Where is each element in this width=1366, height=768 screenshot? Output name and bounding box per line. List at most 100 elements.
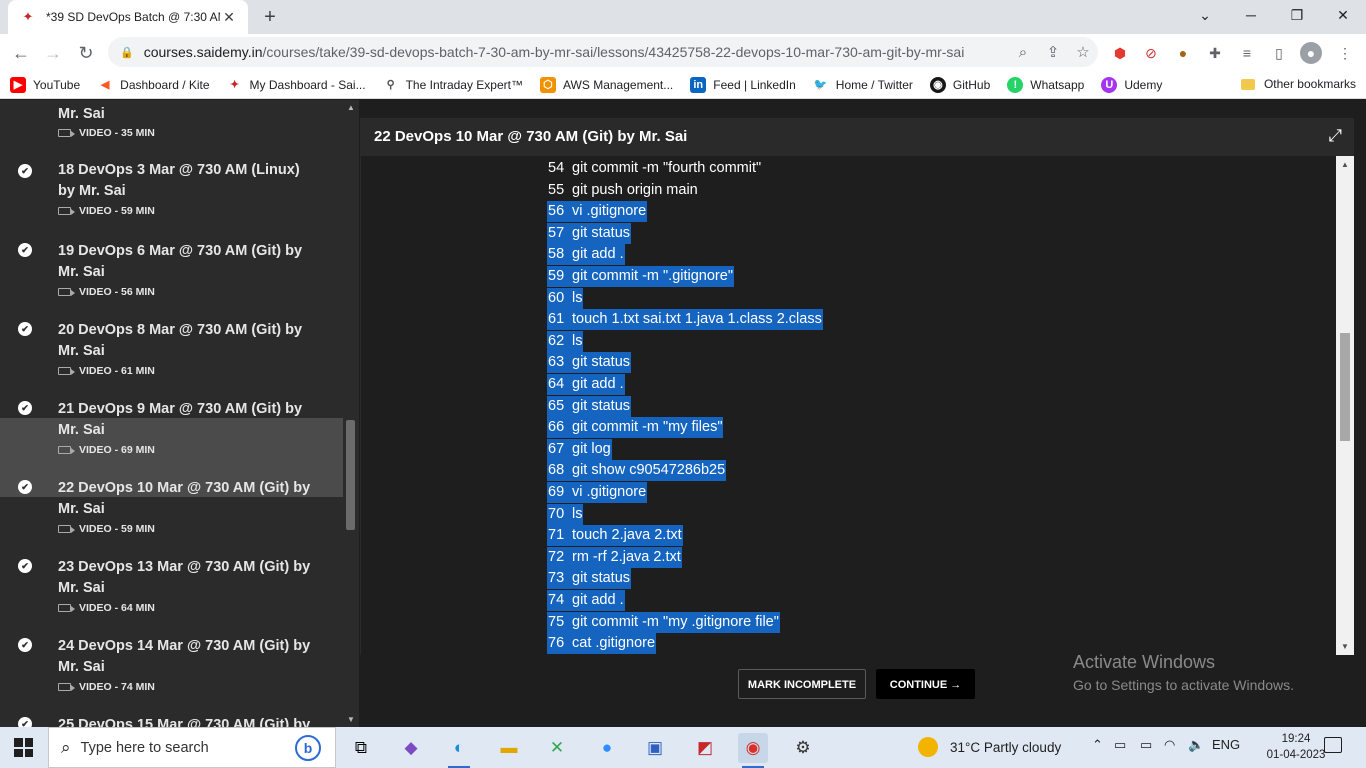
bookmark-aws[interactable]: ⬡ AWS Management...	[539, 76, 673, 93]
bookmark-linkedin[interactable]: in Feed | LinkedIn	[690, 76, 796, 93]
network-app-icon[interactable]: ▣	[640, 733, 670, 763]
address-bar[interactable]: 🔒 courses.saidemy.in/courses/take/39-sd-…	[108, 37, 1098, 67]
adblock-extension-icon[interactable]: ⬢	[1109, 42, 1131, 64]
scroll-down-icon[interactable]: ▼	[343, 715, 359, 724]
back-button[interactable]: ←	[8, 40, 34, 66]
side-panel-icon[interactable]: ▯	[1268, 42, 1290, 64]
continue-button[interactable]: CONTINUE →	[876, 669, 975, 699]
bookmark-saidemy[interactable]: ✦ My Dashboard - Sai...	[227, 77, 366, 93]
mark-incomplete-button[interactable]: MARK INCOMPLETE	[738, 669, 866, 699]
code-line[interactable]: 68 git show c90547286b25	[547, 460, 727, 482]
bookmark-intraday[interactable]: ⚲ The Intraday Expert™	[383, 77, 523, 93]
code-line[interactable]: 61 touch 1.txt sai.txt 1.java 1.class 2.c…	[547, 309, 823, 331]
clock[interactable]: 19:24 01-04-2023	[1266, 731, 1326, 763]
lesson-item[interactable]: ✔ 21 DevOps 9 Mar @ 730 AM (Git) by Mr. …	[0, 339, 343, 456]
new-tab-button[interactable]: +	[258, 6, 282, 28]
code-line[interactable]: 74 git add .	[547, 590, 625, 611]
language-indicator[interactable]: ENG	[1212, 737, 1240, 752]
media-queue-icon[interactable]: ≡	[1236, 42, 1258, 64]
weather-widget[interactable]: 31°C Partly cloudy	[918, 737, 1061, 757]
menu-kebab-icon[interactable]: ⋮	[1334, 42, 1356, 64]
snipping-tool-icon[interactable]: ◩	[690, 733, 720, 763]
lesson-item[interactable]: ✔ 18 DevOps 3 Mar @ 730 AM (Linux) by Mr…	[0, 102, 343, 217]
edge-icon[interactable]: ◐	[444, 733, 474, 768]
bookmark-star-icon[interactable]: ☆	[1068, 43, 1098, 61]
share-icon[interactable]: ⇪	[1038, 43, 1068, 61]
notification-icon[interactable]	[1324, 737, 1342, 753]
code-line[interactable]: 70 ls	[547, 503, 584, 525]
code-line[interactable]: 64 git add .	[547, 374, 625, 395]
file-explorer-icon[interactable]: ▬	[494, 733, 524, 763]
lesson-item[interactable]: ✔ 22 DevOps 10 Mar @ 730 AM (Git) by Mr.…	[0, 418, 343, 535]
lesson-item[interactable]: ✔ 19 DevOps 6 Mar @ 730 AM (Git) by Mr. …	[0, 181, 343, 298]
excel-app-icon[interactable]: ✕	[542, 733, 572, 763]
code-line[interactable]: 69 vi .gitignore	[547, 482, 648, 503]
taskbar-search-box[interactable]: ⌕ Type here to search b	[48, 727, 336, 768]
code-line[interactable]: 65 git status	[547, 395, 632, 417]
other-bookmarks[interactable]: Other bookmarks	[1240, 77, 1356, 91]
code-line[interactable]: 71 touch 2.java 2.txt	[547, 525, 683, 547]
task-view-icon[interactable]: ⧉	[346, 733, 376, 763]
chrome-icon[interactable]: ◉	[738, 733, 768, 768]
sidebar-scrollbar[interactable]: ▲ ▼	[343, 100, 359, 727]
code-line[interactable]: 59 git commit -m ".gitignore"	[547, 266, 734, 287]
browser-tab-active[interactable]: ✦ *39 SD DevOps Batch @ 7:30 AM ✕	[8, 0, 248, 34]
code-line[interactable]: 62 ls	[547, 330, 584, 352]
code-line[interactable]: 67 git log	[547, 438, 612, 460]
cookie-extension-icon[interactable]: ●	[1172, 42, 1194, 64]
code-line[interactable]: 63 git status	[547, 352, 632, 374]
block-extension-icon[interactable]: ⊘	[1140, 42, 1162, 64]
scroll-up-icon[interactable]: ▲	[343, 103, 359, 112]
lesson-item[interactable]: ✔ 20 DevOps 8 Mar @ 730 AM (Git) by Mr. …	[0, 260, 343, 377]
visual-studio-icon[interactable]: ◆	[396, 733, 426, 763]
profile-avatar[interactable]: ●	[1300, 42, 1322, 64]
lesson-item[interactable]: ✔ 24 DevOps 14 Mar @ 730 AM (Git) by Mr.…	[0, 576, 343, 693]
start-button[interactable]	[14, 738, 33, 757]
lesson-item[interactable]: ✔ 23 DevOps 13 Mar @ 730 AM (Git) by Mr.…	[0, 497, 343, 614]
volume-icon[interactable]: 🔈	[1188, 737, 1204, 753]
show-hidden-icons-icon[interactable]: ⌃	[1092, 737, 1103, 753]
command-history-text[interactable]: 54 git commit -m "fourth commit" 55 git pus…	[360, 156, 1338, 655]
scrollbar-thumb[interactable]	[346, 420, 355, 530]
forward-button[interactable]: →	[40, 40, 66, 66]
bookmark-youtube[interactable]: ▶ YouTube	[10, 76, 80, 93]
scroll-up-icon[interactable]: ▲	[1336, 160, 1354, 169]
tab-search-icon[interactable]: ⌄	[1182, 0, 1228, 30]
content-scrollbar[interactable]: ▲ ▼	[1336, 156, 1354, 655]
bookmark-twitter[interactable]: 🐦 Home / Twitter	[813, 77, 913, 93]
bookmark-udemy[interactable]: U Udemy	[1101, 76, 1162, 93]
code-line[interactable]: 55 git push origin main	[547, 180, 699, 201]
fullscreen-expand-icon[interactable]: ⤢	[1328, 126, 1342, 146]
reload-button[interactable]: ↻	[73, 40, 99, 66]
settings-gear-icon[interactable]: ⚙	[788, 733, 818, 763]
code-line[interactable]: 56 vi .gitignore	[547, 201, 648, 223]
close-tab-icon[interactable]: ✕	[220, 8, 238, 26]
scroll-down-icon[interactable]: ▼	[1336, 642, 1354, 651]
extensions-puzzle-icon[interactable]: ✚	[1204, 42, 1226, 64]
code-line[interactable]: 72 rm -rf 2.java 2.txt	[547, 546, 682, 568]
code-line[interactable]: 75 git commit -m "my .gitignore file"	[547, 611, 780, 633]
code-line[interactable]: 54 git commit -m "fourth commit"	[547, 158, 762, 179]
zoom-icon[interactable]: ⌕	[1008, 44, 1038, 61]
scrollbar-thumb[interactable]	[1340, 333, 1350, 441]
line-number: 69	[548, 484, 565, 500]
bookmark-kite[interactable]: ◀ Dashboard / Kite	[97, 77, 210, 93]
minimize-button[interactable]: ─	[1228, 0, 1274, 30]
maximize-button[interactable]: ❐	[1274, 0, 1320, 30]
wifi-icon[interactable]: ◠	[1164, 737, 1175, 753]
battery-icon[interactable]: ▭	[1140, 737, 1152, 753]
code-line[interactable]: 73 git status	[547, 568, 632, 590]
lock-icon[interactable]: 🔒	[120, 46, 134, 59]
code-line[interactable]: 57 git status	[547, 222, 632, 244]
code-line[interactable]: 60 ls	[547, 287, 584, 309]
code-line[interactable]: 66 git commit -m "my files"	[547, 417, 724, 439]
lesson-item[interactable]: ✔ 25 DevOps 15 Mar @ 730 AM (Git) by	[0, 655, 343, 727]
close-window-button[interactable]: ✕	[1320, 0, 1366, 30]
zoom-icon[interactable]: ●	[592, 733, 622, 763]
bookmark-whatsapp[interactable]: ! Whatsapp	[1007, 76, 1084, 93]
bookmark-github[interactable]: ◉ GitHub	[929, 76, 990, 93]
code-line[interactable]: 58 git add .	[547, 244, 625, 266]
code-line[interactable]: 76 cat .gitignore	[547, 633, 657, 655]
meet-now-icon[interactable]: ▭	[1114, 737, 1126, 753]
bing-icon[interactable]: b	[295, 734, 321, 761]
